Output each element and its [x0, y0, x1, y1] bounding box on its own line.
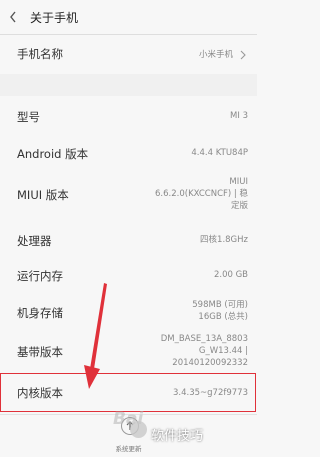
device-name-row[interactable]: 手机名称 小米手机: [0, 35, 257, 73]
info-row: 机身存储 598MB (可用) 16GB (总共): [0, 294, 257, 332]
watermark-logo-icon: [130, 421, 147, 438]
chevron-right-icon: [240, 50, 246, 60]
ram-label: 运行内存: [17, 269, 63, 283]
storage-value: 598MB (可用) 16GB (总共): [192, 299, 248, 323]
storage-line: 16GB (总共): [198, 312, 248, 322]
processor-value: 四核1.8GHz: [200, 235, 248, 245]
info-row: Android 版本 4.4.4 KTU84P: [0, 137, 257, 169]
android-version-value: 4.4.4 KTU84P: [191, 148, 248, 158]
miui-version-line: MIUI: [229, 177, 248, 187]
miui-version-value: MIUI 6.6.2.0(KXCCNCF) | 稳 定版: [155, 176, 248, 212]
page-title: 关于手机: [30, 11, 79, 25]
highlight-box: [0, 373, 256, 412]
miui-version-line: 定版: [230, 201, 248, 211]
section-divider: [0, 74, 257, 96]
baseband-line: DM_BASE_13A_8803: [160, 334, 248, 344]
model-value: MI 3: [230, 111, 248, 121]
info-row: 处理器 四核1.8GHz: [0, 224, 257, 256]
storage-line: 598MB (可用): [192, 300, 248, 310]
info-row: 基带版本 DM_BASE_13A_8803 G_W13.44 | 2014012…: [0, 332, 257, 372]
model-label: 型号: [17, 110, 40, 124]
baseband-value: DM_BASE_13A_8803 G_W13.44 | 201401200923…: [161, 333, 248, 369]
miui-version-line: 6.6.2.0(KXCCNCF) | 稳: [155, 189, 248, 199]
processor-label: 处理器: [17, 234, 52, 248]
system-update-label: 系统更新: [115, 445, 142, 453]
baseband-label: 基带版本: [17, 345, 63, 359]
ram-value: 2.00 GB: [213, 270, 248, 280]
annotation-arrow-icon: [84, 283, 107, 389]
miui-version-label: MIUI 版本: [17, 188, 69, 202]
info-row: 型号 MI 3: [0, 100, 257, 132]
top-bar: 关于手机: [0, 0, 257, 35]
baseband-line: 20140120092332: [172, 358, 248, 368]
back-arrow-icon[interactable]: [9, 11, 17, 23]
info-row: MIUI 版本 MIUI 6.6.2.0(KXCCNCF) | 稳 定版: [0, 172, 257, 222]
info-row: 运行内存 2.00 GB: [0, 259, 257, 291]
android-version-label: Android 版本: [17, 147, 89, 161]
baseband-line: G_W13.44 |: [198, 346, 248, 356]
storage-label: 机身存储: [17, 306, 63, 320]
device-name-value: 小米手机: [198, 50, 233, 60]
device-name-label: 手机名称: [17, 47, 63, 61]
watermark-text: 软件技巧: [151, 429, 204, 444]
